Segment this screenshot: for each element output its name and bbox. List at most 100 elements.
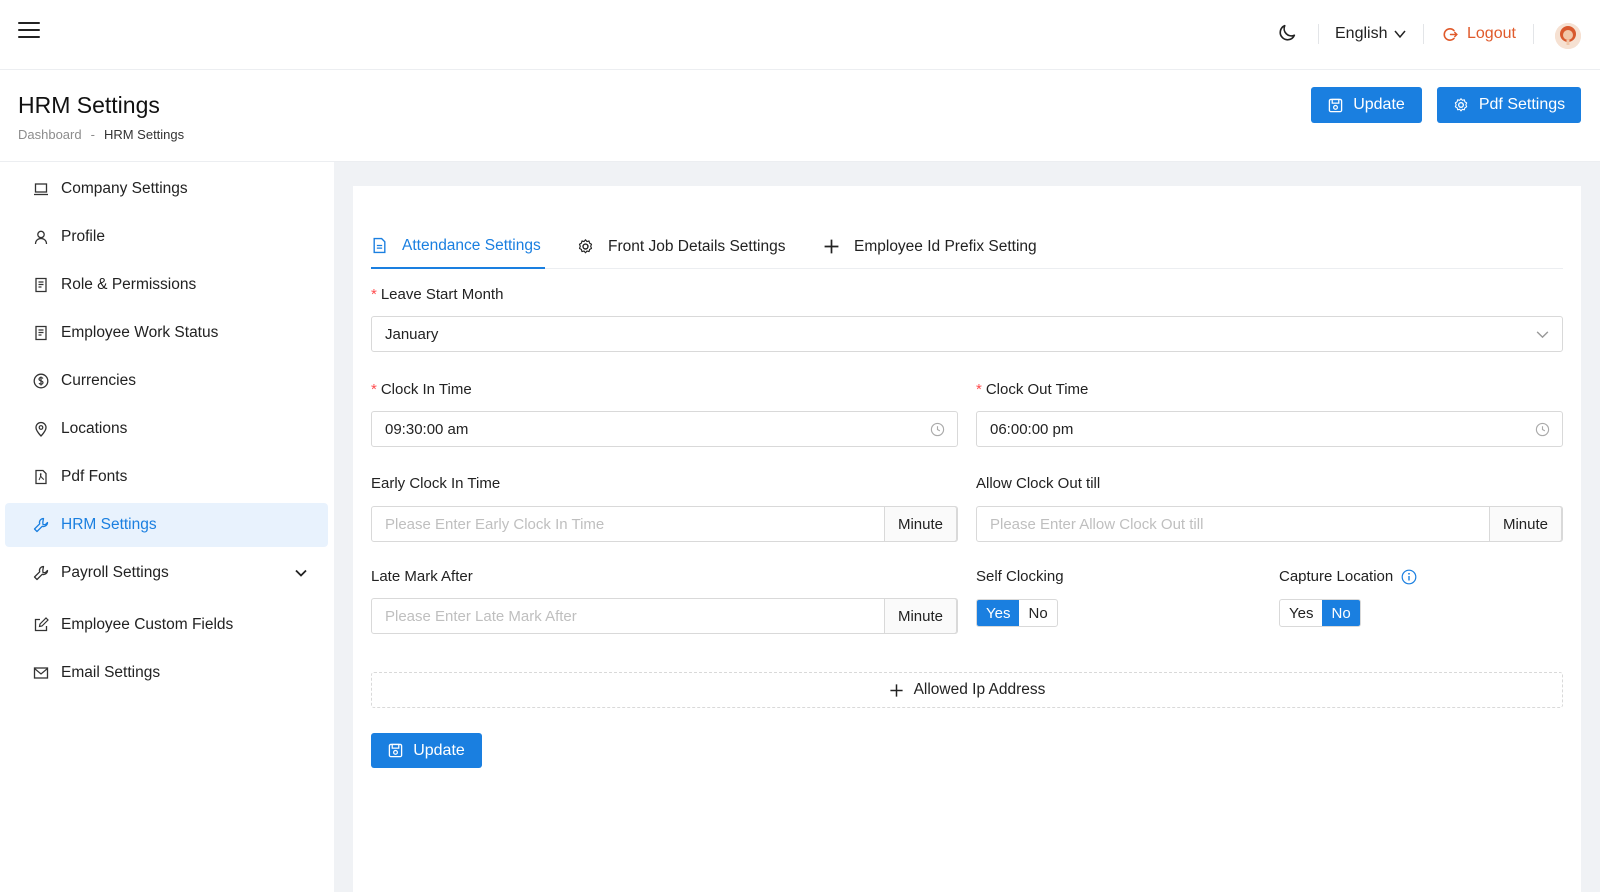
late-mark-after-input[interactable]: Please Enter Late Mark After Minute bbox=[371, 598, 958, 634]
settings-content-card: Attendance Settings Front Job Details Se… bbox=[353, 186, 1581, 892]
logout-button[interactable]: Logout bbox=[1442, 25, 1516, 43]
sidebar-item-locations[interactable]: Locations bbox=[5, 407, 328, 451]
sidebar-item-email-settings[interactable]: Email Settings bbox=[5, 651, 328, 695]
clock-icon bbox=[1535, 422, 1550, 437]
capture-location-toggle: Yes No bbox=[1279, 599, 1361, 627]
dark-mode-moon-icon[interactable] bbox=[1276, 22, 1298, 44]
sidebar-item-label: Pdf Fonts bbox=[61, 468, 128, 485]
self-clocking-label: Self Clocking bbox=[976, 568, 1064, 585]
sidebar-item-employee-custom-fields[interactable]: Employee Custom Fields bbox=[5, 603, 328, 647]
logout-icon bbox=[1443, 27, 1458, 41]
gear-icon bbox=[578, 239, 593, 254]
page-header: HRM Settings Dashboard - HRM Settings Up… bbox=[0, 70, 1600, 162]
tab-front-job-details-settings[interactable]: Front Job Details Settings bbox=[577, 224, 785, 269]
menu-toggle-icon[interactable] bbox=[18, 22, 40, 42]
pdf-settings-button[interactable]: Pdf Settings bbox=[1437, 87, 1581, 123]
divider bbox=[1533, 24, 1534, 44]
plus-icon bbox=[889, 683, 903, 697]
sidebar-item-currencies[interactable]: Currencies bbox=[5, 359, 328, 403]
info-icon[interactable] bbox=[1401, 569, 1417, 585]
input-value: 06:00:00 pm bbox=[990, 420, 1074, 438]
plus-icon bbox=[824, 239, 839, 254]
form-update-label: Update bbox=[413, 741, 465, 759]
sidebar-item-label: Profile bbox=[61, 228, 105, 245]
tool-icon bbox=[33, 517, 49, 533]
breadcrumb: Dashboard - HRM Settings bbox=[18, 127, 184, 142]
select-value: January bbox=[385, 325, 439, 343]
language-label: English bbox=[1335, 25, 1388, 42]
sidebar-item-label: Locations bbox=[61, 420, 128, 437]
input-value: 09:30:00 am bbox=[385, 420, 469, 438]
minute-addon: Minute bbox=[884, 598, 957, 634]
user-avatar[interactable] bbox=[1555, 23, 1581, 49]
tab-label: Employee Id Prefix Setting bbox=[854, 237, 1037, 255]
header-update-label: Update bbox=[1353, 96, 1405, 113]
self-clocking-yes[interactable]: Yes bbox=[977, 600, 1020, 626]
sidebar-item-label: Currencies bbox=[61, 372, 136, 389]
user-icon bbox=[34, 230, 48, 245]
top-bar: English Logout bbox=[0, 0, 1600, 70]
input-placeholder: Please Enter Early Clock In Time bbox=[385, 515, 605, 533]
sidebar-item-employee-work-status[interactable]: Employee Work Status bbox=[5, 311, 328, 355]
input-placeholder: Please Enter Allow Clock Out till bbox=[990, 515, 1204, 533]
sidebar-item-payroll-settings[interactable]: Payroll Settings bbox=[5, 551, 328, 595]
settings-tabs: Attendance Settings Front Job Details Se… bbox=[371, 224, 1563, 269]
sidebar-item-role-permissions[interactable]: Role & Permissions bbox=[5, 263, 328, 307]
laptop-icon bbox=[34, 183, 48, 196]
sidebar-item-company-settings[interactable]: Company Settings bbox=[5, 167, 328, 211]
pdf-settings-label: Pdf Settings bbox=[1478, 96, 1566, 113]
sidebar-item-label: Company Settings bbox=[61, 180, 188, 197]
language-selector[interactable]: English bbox=[1335, 25, 1407, 43]
minute-addon: Minute bbox=[1489, 506, 1562, 542]
early-clock-in-input[interactable]: Please Enter Early Clock In Time Minute bbox=[371, 506, 958, 542]
edit-icon bbox=[34, 617, 49, 632]
self-clocking-toggle: Yes No bbox=[976, 599, 1058, 627]
breadcrumb-dashboard[interactable]: Dashboard bbox=[18, 127, 82, 142]
save-icon bbox=[1328, 98, 1343, 112]
sidebar-item-label: Employee Custom Fields bbox=[61, 616, 234, 633]
divider bbox=[1423, 24, 1424, 44]
breadcrumb-current: HRM Settings bbox=[103, 127, 185, 142]
capture-location-label: Capture Location bbox=[1279, 568, 1417, 585]
gear-icon bbox=[1454, 98, 1468, 112]
leave-start-month-select[interactable]: January bbox=[371, 316, 1563, 352]
form-update-button[interactable]: Update bbox=[371, 733, 482, 768]
allow-clock-out-input[interactable]: Please Enter Allow Clock Out till Minute bbox=[976, 506, 1563, 542]
early-clock-in-label: Early Clock In Time bbox=[371, 475, 501, 492]
document-icon bbox=[35, 325, 47, 341]
self-clocking-no[interactable]: No bbox=[1019, 600, 1056, 626]
sidebar-item-label: Payroll Settings bbox=[61, 564, 169, 581]
tab-employee-id-prefix-setting[interactable]: Employee Id Prefix Setting bbox=[823, 224, 1037, 269]
allow-clock-out-label: Allow Clock Out till bbox=[976, 475, 1101, 492]
minute-addon: Minute bbox=[884, 506, 957, 542]
tool-icon bbox=[33, 565, 49, 581]
sidebar-item-hrm-settings[interactable]: HRM Settings bbox=[5, 503, 328, 547]
tab-label: Front Job Details Settings bbox=[608, 237, 786, 255]
chevron-down-icon[interactable] bbox=[294, 566, 308, 580]
chevron-down-icon bbox=[1394, 30, 1407, 39]
sidebar-item-pdf-fonts[interactable]: Pdf Fonts bbox=[5, 455, 328, 499]
sidebar-item-profile[interactable]: Profile bbox=[5, 215, 328, 259]
sidebar-item-label: HRM Settings bbox=[61, 516, 157, 533]
add-allowed-ip-button[interactable]: Allowed Ip Address bbox=[371, 672, 1563, 708]
clock-in-time-label: * Clock In Time bbox=[371, 381, 472, 398]
mail-icon bbox=[33, 667, 49, 679]
capture-location-no[interactable]: No bbox=[1322, 600, 1360, 626]
save-icon bbox=[388, 743, 403, 758]
sidebar-item-label: Role & Permissions bbox=[61, 276, 197, 293]
clock-in-time-input[interactable]: 09:30:00 am bbox=[371, 411, 958, 447]
tab-attendance-settings[interactable]: Attendance Settings bbox=[371, 224, 545, 269]
sidebar-item-label: Email Settings bbox=[61, 664, 161, 681]
input-placeholder: Please Enter Late Mark After bbox=[385, 607, 577, 625]
breadcrumb-separator: - bbox=[90, 127, 95, 142]
divider bbox=[1318, 24, 1319, 44]
clock-out-time-input[interactable]: 06:00:00 pm bbox=[976, 411, 1563, 447]
page-title: HRM Settings bbox=[18, 92, 160, 118]
late-mark-after-label: Late Mark After bbox=[371, 568, 473, 585]
dollar-circle-icon bbox=[33, 373, 49, 389]
settings-sidebar: Company Settings Profile Role & Permissi… bbox=[0, 162, 334, 892]
allowed-ip-label: Allowed Ip Address bbox=[913, 681, 1046, 698]
file-icon bbox=[373, 237, 386, 254]
header-update-button[interactable]: Update bbox=[1311, 87, 1422, 123]
capture-location-yes[interactable]: Yes bbox=[1280, 600, 1322, 626]
